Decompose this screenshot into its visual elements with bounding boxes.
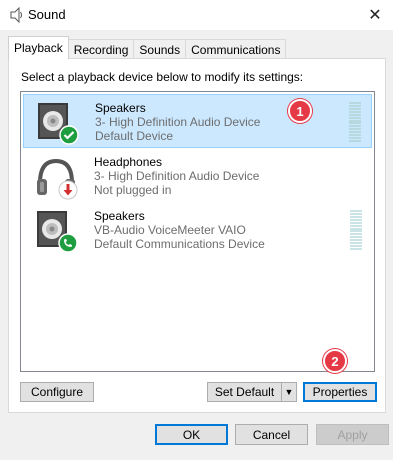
device-item-speakers[interactable]: Speakers 3- High Definition Audio Device… — [23, 94, 372, 148]
set-default-dropdown-arrow[interactable]: ▼ — [281, 382, 297, 402]
volume-level-meter — [349, 102, 361, 142]
tab-playback[interactable]: Playback — [8, 36, 69, 59]
device-name: Speakers — [95, 101, 146, 115]
device-item-speakers-voicemeeter[interactable]: Speakers VB-Audio VoiceMeeter VAIO Defau… — [23, 203, 372, 257]
tab-communications[interactable]: Communications — [185, 39, 287, 59]
device-driver: 3- High Definition Audio Device — [94, 169, 260, 183]
device-status: Not plugged in — [94, 183, 172, 197]
apply-button[interactable]: Apply — [316, 424, 389, 445]
device-status: Default Device — [95, 129, 174, 143]
annotation-badge-1: 1 — [288, 99, 312, 123]
device-text: Speakers VB-Audio VoiceMeeter VAIO Defau… — [94, 209, 265, 251]
tab-recording[interactable]: Recording — [67, 39, 135, 59]
tab-strip: Playback Recording Sounds Communications — [8, 36, 287, 59]
device-name: Speakers — [94, 209, 145, 223]
dialog-body: Playback Recording Sounds Communications… — [0, 30, 393, 460]
device-driver: VB-Audio VoiceMeeter VAIO — [94, 223, 246, 237]
ok-button[interactable]: OK — [155, 424, 228, 445]
tab-sounds[interactable]: Sounds — [133, 39, 187, 59]
device-name: Headphones — [94, 155, 163, 169]
properties-button[interactable]: Properties — [303, 382, 377, 402]
check-circle-icon — [59, 125, 79, 145]
unplugged-arrow-icon — [58, 180, 78, 200]
device-text: Speakers 3- High Definition Audio Device… — [95, 101, 260, 143]
device-driver: 3- High Definition Audio Device — [95, 115, 261, 129]
phone-circle-icon — [58, 233, 78, 253]
title-bar: Sound ✕ — [0, 0, 393, 30]
device-list[interactable]: Speakers 3- High Definition Audio Device… — [20, 91, 375, 372]
device-item-headphones[interactable]: Headphones 3- High Definition Audio Devi… — [23, 149, 372, 203]
configure-button[interactable]: Configure — [20, 382, 94, 402]
annotation-badge-2: 2 — [323, 349, 347, 373]
volume-level-meter — [350, 210, 362, 250]
device-status: Default Communications Device — [94, 237, 265, 251]
playback-panel: Select a playback device below to modify… — [8, 58, 386, 413]
close-icon: ✕ — [368, 7, 382, 24]
speaker-app-icon — [10, 7, 22, 23]
set-default-button[interactable]: Set Default — [207, 382, 282, 402]
device-text: Headphones 3- High Definition Audio Devi… — [94, 155, 259, 197]
cancel-button[interactable]: Cancel — [235, 424, 308, 445]
close-button[interactable]: ✕ — [357, 0, 393, 30]
window-title: Sound — [28, 7, 66, 22]
instruction-text: Select a playback device below to modify… — [21, 70, 304, 84]
